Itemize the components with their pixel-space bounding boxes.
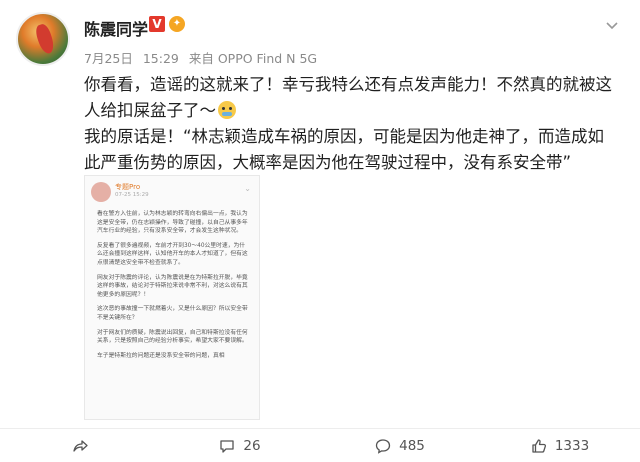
screenshot-paragraph: 车子是特斯拉的问题还是没系安全带的问题，真相	[97, 352, 225, 359]
comment-button[interactable]: 26	[160, 429, 320, 462]
verified-badge-icon: V	[149, 16, 165, 32]
comment-icon	[220, 439, 235, 453]
post-date: 7月25日	[84, 51, 133, 66]
screenshot-paragraph: 反复看了很多遍视频，车前才开到30～40公里时速，为什么还会撞到这样这样，认知他…	[97, 242, 248, 266]
embedded-screenshot-image[interactable]: 专题Pro 07-25 15:29 ⌄ 看在警方入住前，认为林志颖的转弯向右偏出…	[84, 175, 260, 420]
screenshot-chevron-icon: ⌄	[244, 184, 251, 193]
post-header: 陈震同学 V ✦ 7月25日 15:29 来自 OPPO Find N 5G	[16, 10, 624, 70]
repost-count: 485	[399, 437, 425, 454]
screenshot-paragraph: 看在警方入住前，认为林志颖的转弯向右偏出一点，我认为这是安全带，仍在志颖操作，导…	[97, 211, 248, 235]
screenshot-time: 07-25 15:29	[115, 192, 149, 198]
post-paragraph: 你看看，造谣的这就来了！幸亏我特么还有点发声能力！不然真的就被这人给扣屎盆子了～	[84, 72, 614, 124]
post-paragraph: 我的原话是！“林志颖造成车祸的原因，可能是因为他走神了，而造成如此严重伤势的原因…	[84, 124, 614, 176]
comment-count: 26	[243, 437, 261, 454]
post-source: 来自 OPPO Find N 5G	[188, 51, 318, 66]
like-count: 1333	[554, 437, 590, 454]
screenshot-paragraph: 这次恶的事故撞一下就燃着火，又是什么原因？所以安全带不是关键所在？	[97, 306, 248, 321]
post-content: 你看看，造谣的这就来了！幸亏我特么还有点发声能力！不然真的就被这人给扣屎盆子了～…	[84, 72, 614, 176]
post-meta: 7月25日 15:29 来自 OPPO Find N 5G	[84, 48, 323, 67]
post-time: 15:29	[142, 51, 179, 66]
repost-button[interactable]: 485	[320, 429, 480, 462]
screenshot-paragraph: 对于网友们的质疑，陈震说出回复，自己和特斯拉没有任何关系，只是按照自己的经验分析…	[97, 329, 248, 345]
like-button[interactable]: 1333	[480, 429, 640, 462]
message-bubble-icon	[375, 438, 391, 454]
post-text-1: 你看看，造谣的这就来了！幸亏我特么还有点发声能力！不然真的就被这人给扣屎盆子了～	[84, 75, 612, 120]
facepalm-emoji-icon	[218, 101, 236, 119]
action-bar: 26 485 1333	[0, 429, 640, 462]
author-avatar[interactable]	[16, 12, 70, 66]
chevron-down-icon[interactable]	[604, 18, 620, 34]
screenshot-paragraph: 网友对于陈震的评论，认为陈震说是在为特斯拉开脱，毕竟这样的事故，结论对于特斯拉来…	[97, 274, 248, 298]
screenshot-author: 专题Pro	[115, 183, 141, 191]
medal-icon: ✦	[169, 16, 185, 32]
screenshot-avatar	[91, 182, 111, 202]
share-button[interactable]	[0, 429, 160, 462]
thumbs-up-icon	[532, 438, 546, 453]
screenshot-body: 看在警方入住前，认为林志颖的转弯向右偏出一点，我认为这是安全带，仍在志颖操作，导…	[97, 210, 249, 366]
post-text-2: 我的原话是！“林志颖造成车祸的原因，可能是因为他走神了，而造成如此严重伤势的原因…	[84, 127, 605, 172]
share-icon	[73, 439, 88, 452]
author-name[interactable]: 陈震同学	[84, 16, 148, 40]
